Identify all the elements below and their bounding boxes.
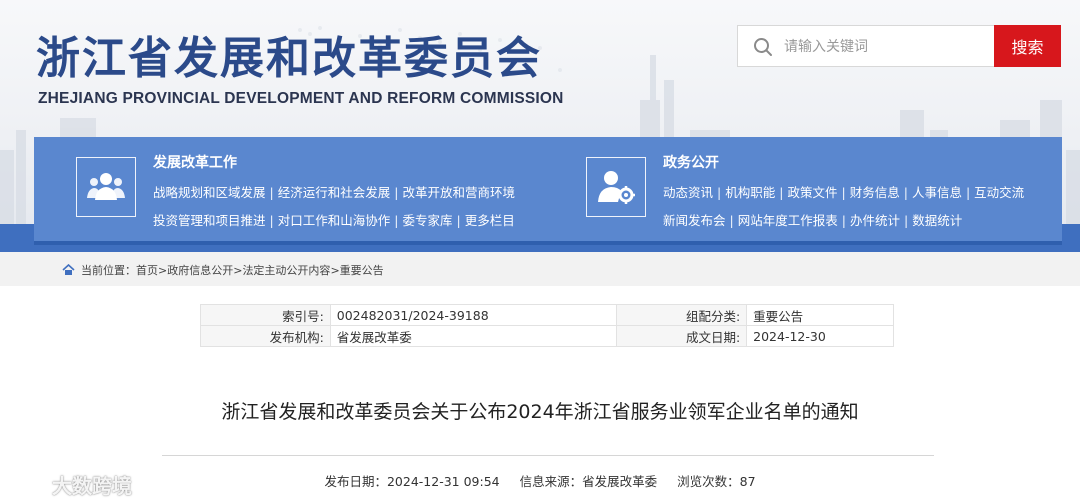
category-label: 组配分类: — [616, 304, 748, 326]
user-gear-icon[interactable] — [586, 157, 646, 217]
nav-separator: | — [841, 185, 846, 200]
nav-section-reform: 发展改革工作 战略规划和区域发展 | 经济运行和社会发展 | 改革开放和营商环境 投资管… — [76, 137, 516, 241]
search-box — [737, 25, 995, 67]
site-subtitle: ZHEJIANG PROVINCIAL DEVELOPMENT AND REFO… — [38, 90, 564, 107]
breadcrumb-bar: 当前位置： 首页>政府信息公开>法定主动公开内容>重要公告 — [0, 252, 1080, 286]
breadcrumb-separator: > — [158, 264, 168, 277]
nav-link[interactable]: 委专家库 — [402, 213, 452, 228]
article-info: 发布日期：2024-12-31 09:54 信息来源：省发展改革委 浏览次数：8… — [0, 471, 1080, 490]
breadcrumb-items: 首页>政府信息公开>法定主动公开内容>重要公告 — [136, 262, 384, 278]
publish-date-value: 2024-12-31 09:54 — [386, 474, 500, 489]
breadcrumb-separator: > — [330, 264, 340, 277]
nav-link[interactable]: 政策文件 — [787, 185, 837, 200]
publish-date: 发布日期：2024-12-31 09:54 — [324, 474, 499, 489]
nav-section-affairs: 政务公开 动态资讯 | 机构职能 | 政策文件 | 财务信息 | 人事信息 | 互动交流 新闻发布会… — [586, 137, 1046, 241]
nav-links-reform-row2: 投资管理和项目推进 | 对口工作和山海协作 | 委专家库 | 更多栏目 — [153, 210, 515, 229]
breadcrumb-item[interactable]: 重要公告 — [340, 262, 384, 278]
nav-separator: | — [779, 185, 784, 200]
divider — [162, 455, 934, 456]
breadcrumb-item[interactable]: 首页 — [136, 262, 158, 278]
nav-separator: | — [903, 185, 908, 200]
nav-link[interactable]: 改革开放和营商环境 — [402, 185, 515, 200]
nav-link[interactable]: 办件统计 — [850, 213, 900, 228]
nav-separator: | — [394, 185, 399, 200]
nav-links-reform-row1: 战略规划和区域发展 | 经济运行和社会发展 | 改革开放和营商环境 — [153, 182, 515, 201]
info-source-value: 省发展改革委 — [582, 474, 658, 489]
nav-separator: | — [269, 185, 274, 200]
nav-separator: | — [269, 213, 274, 228]
issue-date-value: 2024-12-30 — [746, 325, 894, 347]
nav-link[interactable]: 数据统计 — [912, 213, 962, 228]
nav-separator: | — [841, 213, 846, 228]
nav-link[interactable]: 新闻发布会 — [663, 213, 726, 228]
nav-separator: | — [729, 213, 734, 228]
breadcrumb: 当前位置： 首页>政府信息公开>法定主动公开内容>重要公告 — [62, 262, 384, 278]
publisher-value: 省发展改革委 — [329, 325, 618, 347]
nav-link[interactable]: 互动交流 — [974, 185, 1024, 200]
search-bar: 搜索 — [737, 25, 1061, 67]
nav-links-affairs-row2: 新闻发布会 | 网站年度工作报表 | 办件统计 | 数据统计 — [663, 210, 962, 229]
watermark: 大数跨境 — [12, 470, 132, 499]
nav-separator: | — [717, 185, 722, 200]
nav-link[interactable]: 财务信息 — [850, 185, 900, 200]
breadcrumb-item[interactable]: 法定主动公开内容 — [242, 262, 330, 278]
view-count: 浏览次数：87 — [677, 474, 755, 489]
article-title: 浙江省发展和改革委员会关于公布2024年浙江省服务业领军企业名单的通知 — [221, 401, 859, 423]
nav-link[interactable]: 经济运行和社会发展 — [278, 185, 391, 200]
issue-date-label: 成文日期: — [616, 325, 748, 347]
site-title: 浙江省发展和改革委员会 — [36, 33, 542, 84]
search-icon — [754, 38, 772, 56]
nav-link[interactable]: 人事信息 — [912, 185, 962, 200]
people-group-icon[interactable] — [76, 157, 136, 217]
nav-separator: | — [456, 213, 461, 228]
breadcrumb-separator: > — [233, 264, 243, 277]
home-icon — [62, 264, 75, 275]
publisher-label: 发布机构: — [200, 325, 331, 347]
breadcrumb-label: 当前位置： — [81, 264, 136, 277]
nav-title-affairs[interactable]: 政务公开 — [663, 152, 719, 172]
watermark-logo-icon — [12, 477, 50, 492]
nav-link[interactable]: 机构职能 — [725, 185, 775, 200]
nav-separator: | — [965, 185, 971, 200]
main-navigation: 发展改革工作 战略规划和区域发展 | 经济运行和社会发展 | 改革开放和营商环境 投资管… — [34, 137, 1062, 241]
nav-link[interactable]: 动态资讯 — [663, 185, 713, 200]
header-banner: 浙江省发展和改革委员会 ZHEJIANG PROVINCIAL DEVELOPM… — [0, 0, 1080, 252]
info-source-label: 信息来源： — [519, 474, 583, 489]
search-button[interactable]: 搜索 — [994, 25, 1061, 67]
index-number-value: 002482031/2024-39188 — [329, 304, 618, 326]
breadcrumb-item[interactable]: 政府信息公开 — [167, 262, 233, 278]
nav-title-reform[interactable]: 发展改革工作 — [153, 152, 237, 172]
nav-link[interactable]: 网站年度工作报表 — [738, 213, 838, 228]
info-source: 信息来源：省发展改革委 — [520, 474, 658, 489]
nav-link[interactable]: 战略规划和区域发展 — [153, 185, 266, 200]
document-meta-table: 索引号: 002482031/2024-39188 组配分类: 重要公告 发布机… — [200, 304, 894, 347]
nav-separator: | — [394, 213, 399, 228]
view-count-value: 87 — [739, 474, 756, 489]
publish-date-label: 发布日期： — [324, 474, 387, 489]
watermark-text: 大数跨境 — [52, 474, 132, 498]
category-value: 重要公告 — [746, 304, 894, 326]
view-count-label: 浏览次数： — [677, 474, 740, 489]
nav-separator: | — [903, 213, 909, 228]
search-input[interactable] — [784, 34, 984, 60]
nav-link[interactable]: 更多栏目 — [465, 213, 515, 228]
nav-link[interactable]: 对口工作和山海协作 — [278, 213, 391, 228]
nav-links-affairs-row1: 动态资讯 | 机构职能 | 政策文件 | 财务信息 | 人事信息 | 互动交流 — [663, 182, 1024, 201]
index-number-label: 索引号: — [200, 304, 331, 326]
nav-link[interactable]: 投资管理和项目推进 — [153, 213, 266, 228]
